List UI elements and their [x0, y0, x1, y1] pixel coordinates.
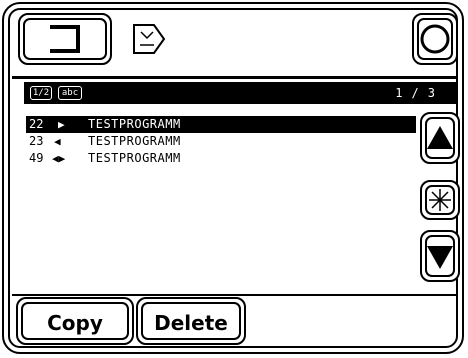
delete-button[interactable]: Delete [136, 297, 246, 345]
triangle-up-icon [427, 126, 453, 149]
toolbar-divider [12, 76, 458, 79]
delete-label: Delete [154, 311, 228, 335]
program-number: 49 [29, 151, 44, 165]
program-name: TESTPROGRAMM [88, 117, 181, 131]
direction-icon: ◀ [54, 135, 61, 148]
page-total: 3 [427, 86, 444, 100]
list-header: 1/2 abc 1/3 [24, 82, 456, 104]
program-row[interactable]: 22 ▶ TESTPROGRAMM [26, 116, 416, 133]
softkey-divider [12, 294, 458, 296]
exit-button[interactable] [18, 13, 112, 65]
page-current: 1 [395, 86, 412, 100]
scroll-down-button[interactable] [420, 230, 460, 282]
direction-icon: ◀▶ [52, 152, 66, 165]
mark-button[interactable] [420, 180, 460, 220]
triangle-down-icon [427, 246, 453, 269]
circle-icon [420, 24, 450, 54]
direction-icon: ▶ [58, 118, 65, 131]
stop-button[interactable] [412, 13, 458, 65]
program-name: TESTPROGRAMM [88, 151, 181, 165]
alpha-sort-icon[interactable]: abc [58, 86, 82, 100]
copy-label: Copy [47, 311, 103, 335]
program-number: 23 [29, 134, 44, 148]
index-sort-icon[interactable]: 1/2 [30, 86, 52, 100]
page-indicator: 1/3 [395, 86, 444, 100]
page-separator: / [411, 86, 428, 100]
program-select-icon [133, 24, 166, 54]
exit-bracket-icon [50, 25, 80, 53]
scroll-up-button[interactable] [420, 112, 460, 164]
program-list: 22 ▶ TESTPROGRAMM 23 ◀ TESTPROGRAMM 49 ◀… [26, 116, 416, 167]
copy-button[interactable]: Copy [16, 297, 134, 345]
program-number: 22 [29, 117, 44, 131]
asterisk-icon [429, 189, 451, 211]
program-row[interactable]: 23 ◀ TESTPROGRAMM [26, 133, 416, 150]
program-row[interactable]: 49 ◀▶ TESTPROGRAMM [26, 150, 416, 167]
program-select-button[interactable] [120, 13, 176, 65]
program-name: TESTPROGRAMM [88, 134, 181, 148]
